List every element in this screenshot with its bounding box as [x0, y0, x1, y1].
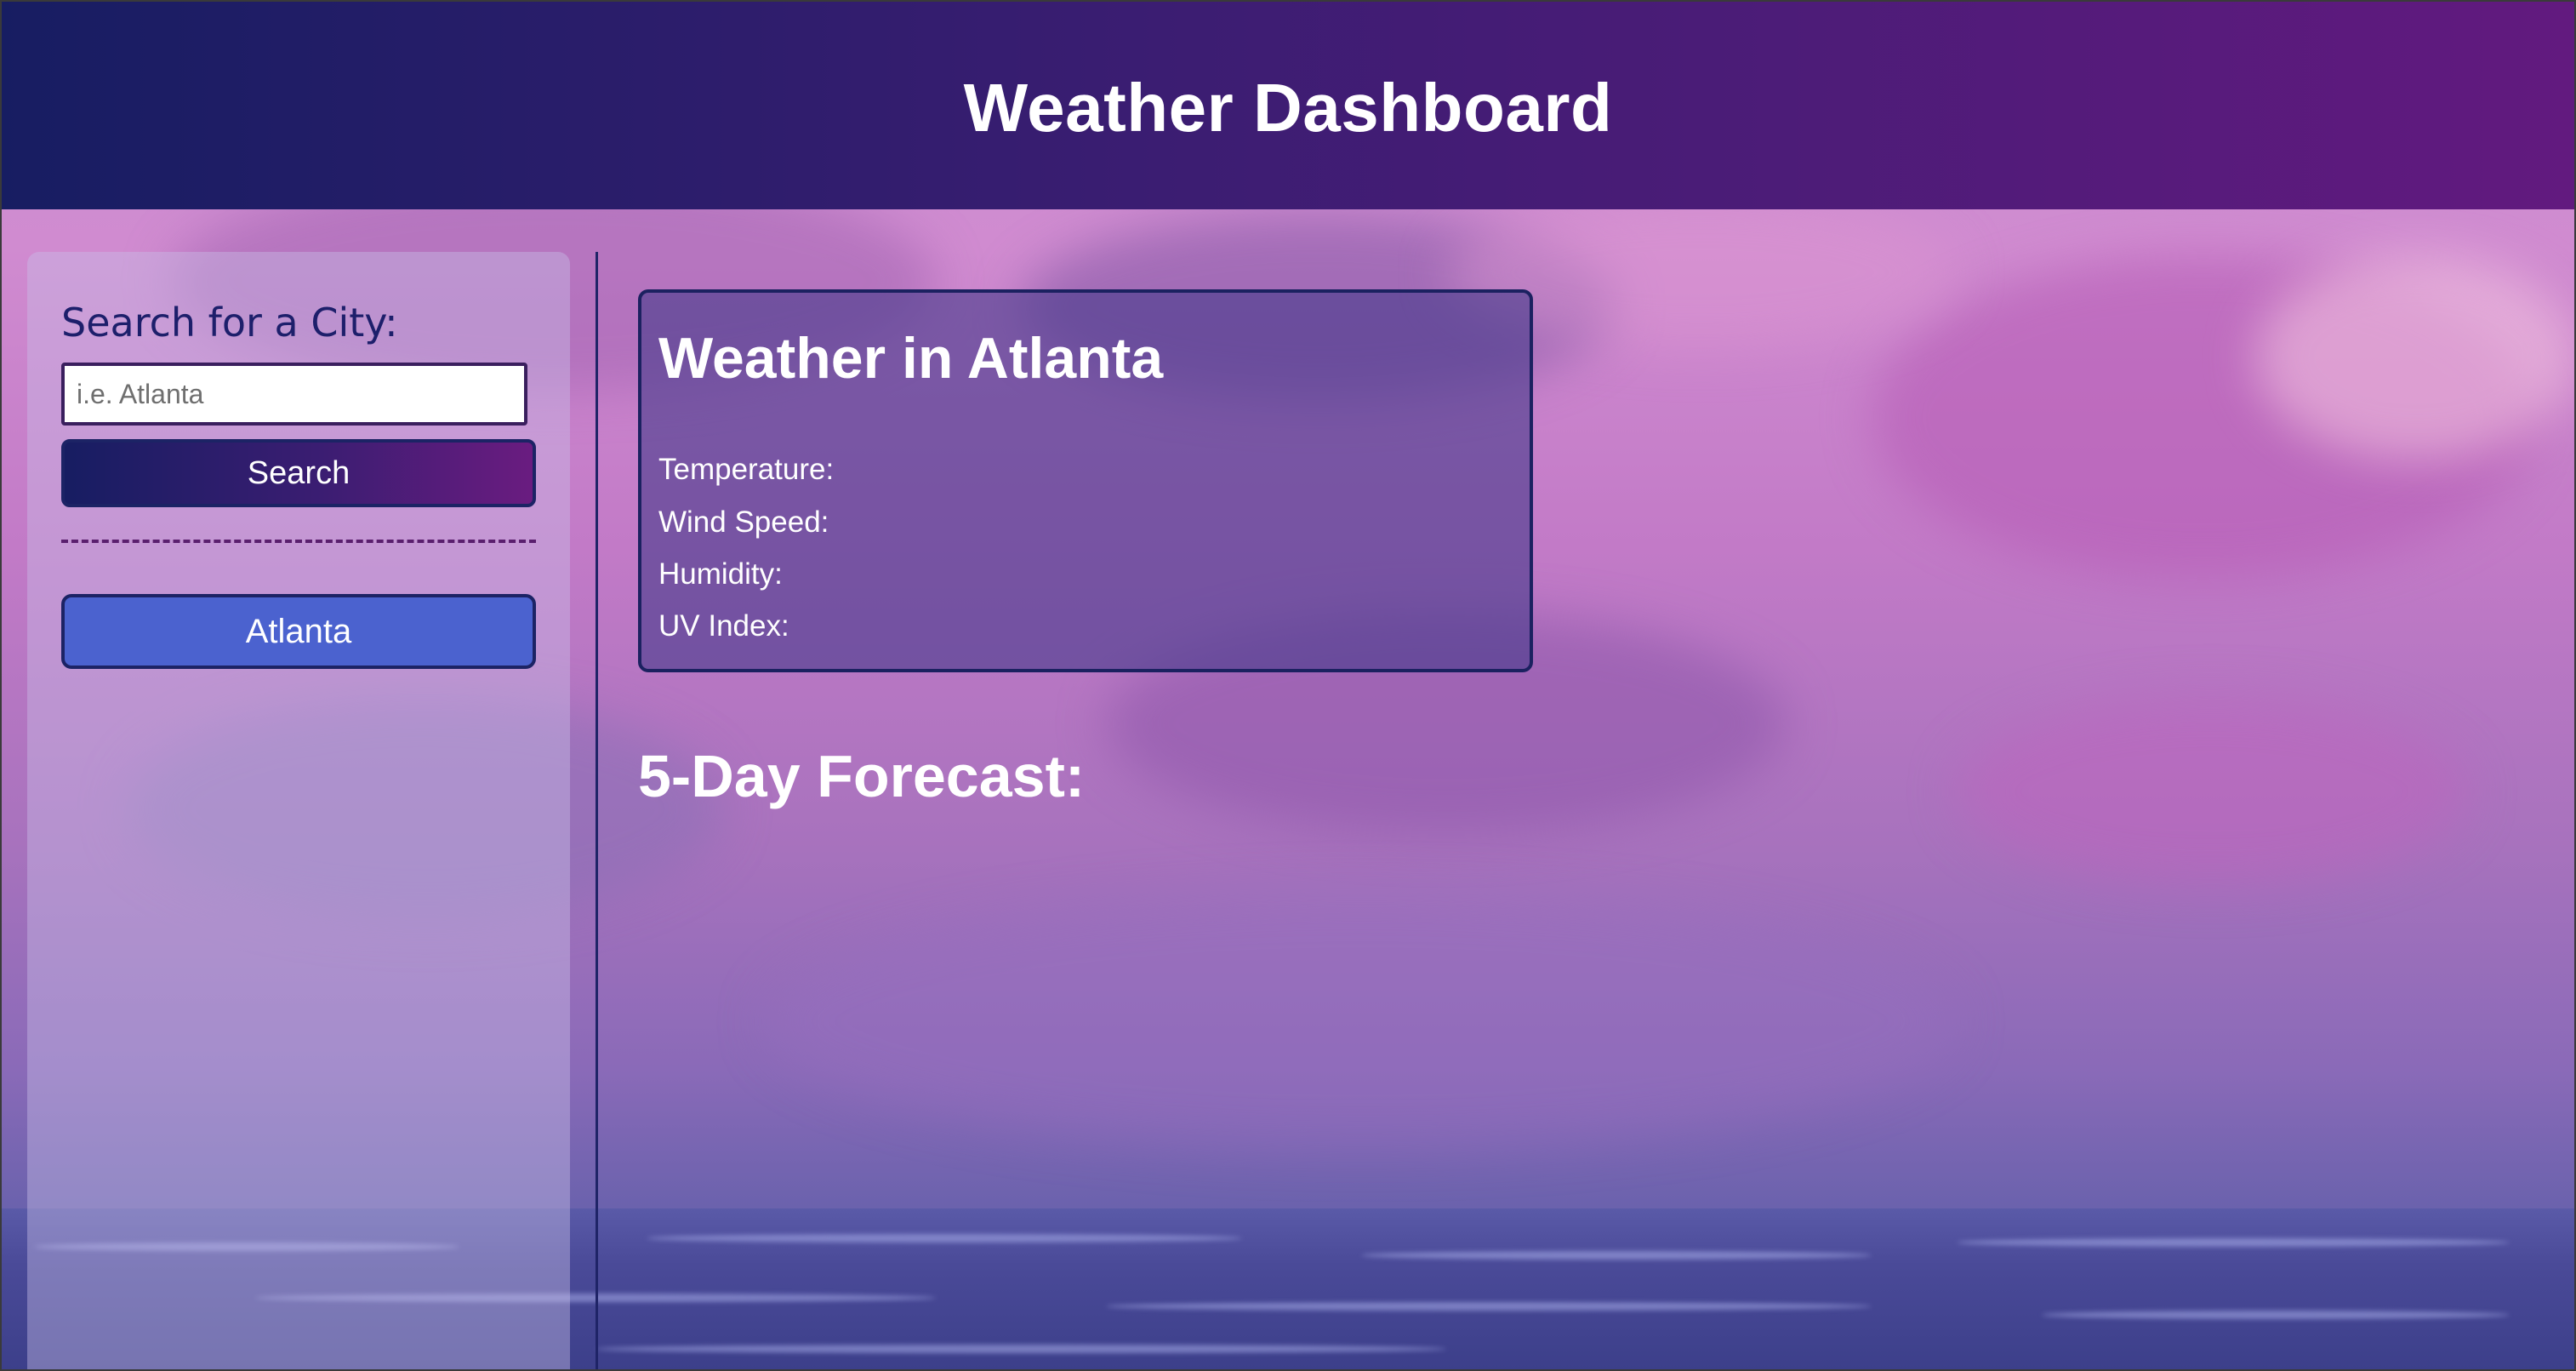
humidity-label: Humidity:	[658, 557, 783, 591]
current-weather-title: Weather in Atlanta	[658, 326, 1164, 391]
page-title: Weather Dashboard	[963, 70, 1613, 146]
search-label: Search for a City:	[61, 300, 398, 346]
search-button[interactable]: Search	[61, 439, 536, 507]
sidebar-divider	[61, 540, 536, 543]
current-weather-card: Weather in Atlanta Temperature: Wind Spe…	[638, 289, 1533, 672]
uv-index-label: UV Index:	[658, 609, 789, 643]
history-city-button-atlanta[interactable]: Atlanta	[61, 594, 536, 669]
wind-speed-label: Wind Speed:	[658, 506, 829, 539]
app-header: Weather Dashboard	[0, 0, 2576, 209]
forecast-title: 5-Day Forecast:	[638, 743, 1086, 809]
city-search-input[interactable]	[61, 363, 527, 426]
column-separator	[596, 252, 598, 1371]
search-sidebar: Search for a City: Search Atlanta	[27, 252, 570, 1371]
temperature-label: Temperature:	[658, 453, 835, 486]
